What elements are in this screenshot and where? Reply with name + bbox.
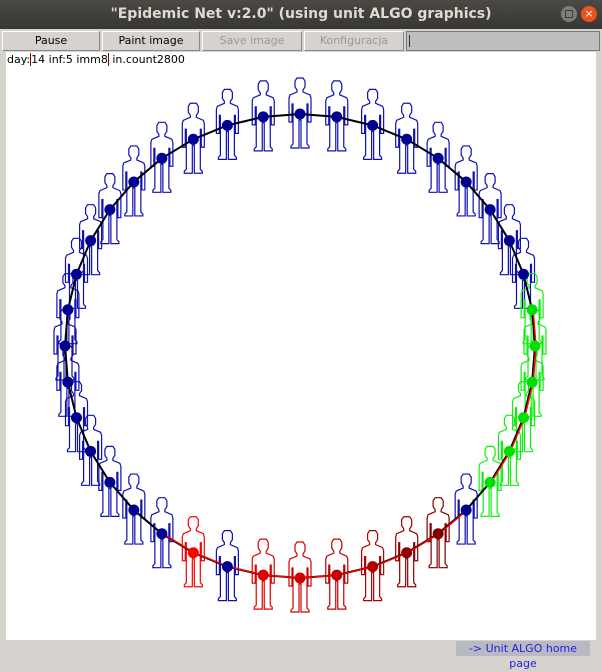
contact-edge: [372, 124, 408, 141]
contact-edge: [263, 113, 301, 118]
person-node: [401, 547, 413, 559]
person-node: [460, 176, 472, 188]
contact-edge: [192, 124, 228, 141]
person-node: [62, 304, 74, 316]
contact-edge: [133, 509, 163, 535]
person-node: [432, 152, 444, 164]
status-line: day:14 inf:5 imm8 in.count2800: [7, 53, 185, 66]
person-node: [503, 445, 515, 457]
person-node: [257, 569, 269, 581]
person-node: [85, 235, 97, 247]
person-node: [331, 111, 343, 123]
person-node: [104, 204, 116, 216]
person-node: [331, 569, 343, 581]
person-node: [529, 340, 541, 352]
contact-edge: [299, 113, 337, 118]
person-node: [257, 111, 269, 123]
person-node: [104, 476, 116, 488]
person-node: [71, 412, 83, 424]
person-node: [128, 176, 140, 188]
person-node: [71, 268, 83, 280]
iteration-count: in.count2800: [112, 53, 185, 66]
person-node: [59, 340, 71, 352]
person-node: [85, 445, 97, 457]
immune-count: imm8: [76, 53, 108, 66]
person-node: [367, 561, 379, 573]
person-node: [156, 528, 168, 540]
person-node: [526, 304, 538, 316]
person-node: [401, 133, 413, 145]
day-label: day:: [7, 53, 31, 66]
person-node: [294, 572, 306, 584]
contact-edge: [437, 157, 467, 183]
person-node: [432, 528, 444, 540]
person-node: [221, 119, 233, 131]
person-node: [517, 412, 529, 424]
person-node: [526, 376, 538, 388]
contact-edge: [336, 115, 373, 127]
person-node: [294, 108, 306, 120]
person-node: [517, 268, 529, 280]
person-node: [221, 561, 233, 573]
person-node: [460, 504, 472, 516]
contact-edge: [133, 157, 163, 183]
contact-edge: [161, 138, 194, 160]
person-node: [62, 376, 74, 388]
contact-edge: [227, 115, 264, 127]
person-node: [128, 504, 140, 516]
person-node: [367, 119, 379, 131]
home-page-link[interactable]: -> Unit ALGO home page: [456, 641, 590, 670]
epidemic-network: [53, 77, 547, 613]
person-node: [484, 204, 496, 216]
infected-count: inf:5: [48, 53, 73, 66]
person-node: [484, 476, 496, 488]
person-node: [156, 152, 168, 164]
contact-edge: [406, 138, 439, 160]
day-value: 14: [31, 53, 46, 66]
person-node: [187, 547, 199, 559]
person-node: [187, 133, 199, 145]
person-node: [503, 235, 515, 247]
